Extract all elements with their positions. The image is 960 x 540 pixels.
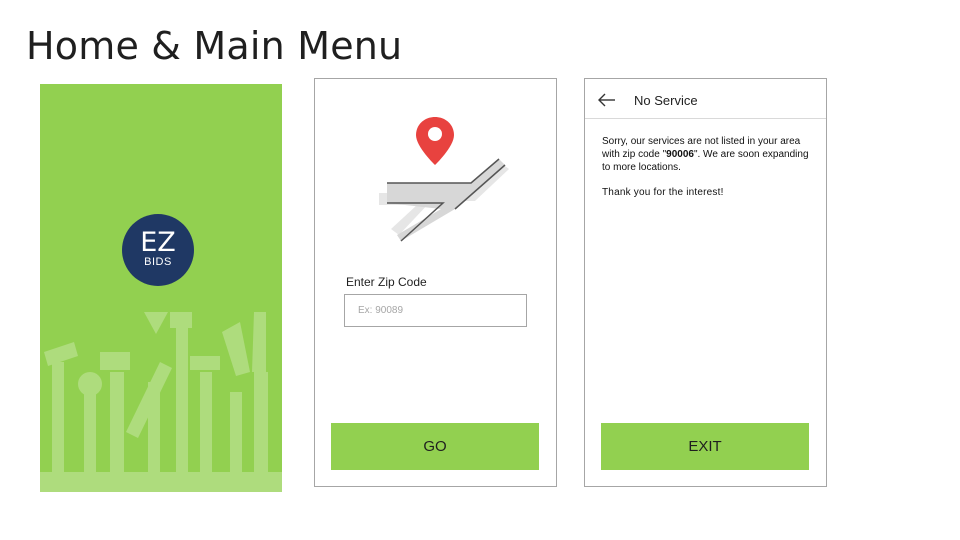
page-title: Home & Main Menu — [26, 24, 403, 68]
thanks-message: Thank you for the interest! — [602, 187, 724, 198]
go-button[interactable]: GO — [331, 423, 539, 470]
zip-code-screen: Enter Zip Code GO — [314, 78, 557, 487]
back-button[interactable] — [597, 90, 617, 110]
zip-code-input[interactable] — [344, 294, 527, 327]
tools-illustration — [40, 312, 282, 492]
splash-screen: EZ BIDS — [40, 84, 282, 492]
zip-code-label: Enter Zip Code — [346, 275, 427, 289]
no-service-screen: No Service Sorry, our services are not l… — [584, 78, 827, 487]
no-service-title: No Service — [634, 93, 698, 108]
ez-bids-logo: EZ BIDS — [122, 214, 194, 286]
arrow-left-icon — [598, 93, 615, 107]
message-zip-code: 90006 — [666, 149, 694, 160]
logo-sub-text: BIDS — [144, 256, 172, 268]
no-service-message: Sorry, our services are not listed in yo… — [602, 135, 814, 174]
logo-main-text: EZ — [140, 227, 176, 258]
exit-button[interactable]: EXIT — [601, 423, 809, 470]
map-location-pin-icon — [379, 117, 509, 242]
no-service-header: No Service — [585, 79, 826, 119]
